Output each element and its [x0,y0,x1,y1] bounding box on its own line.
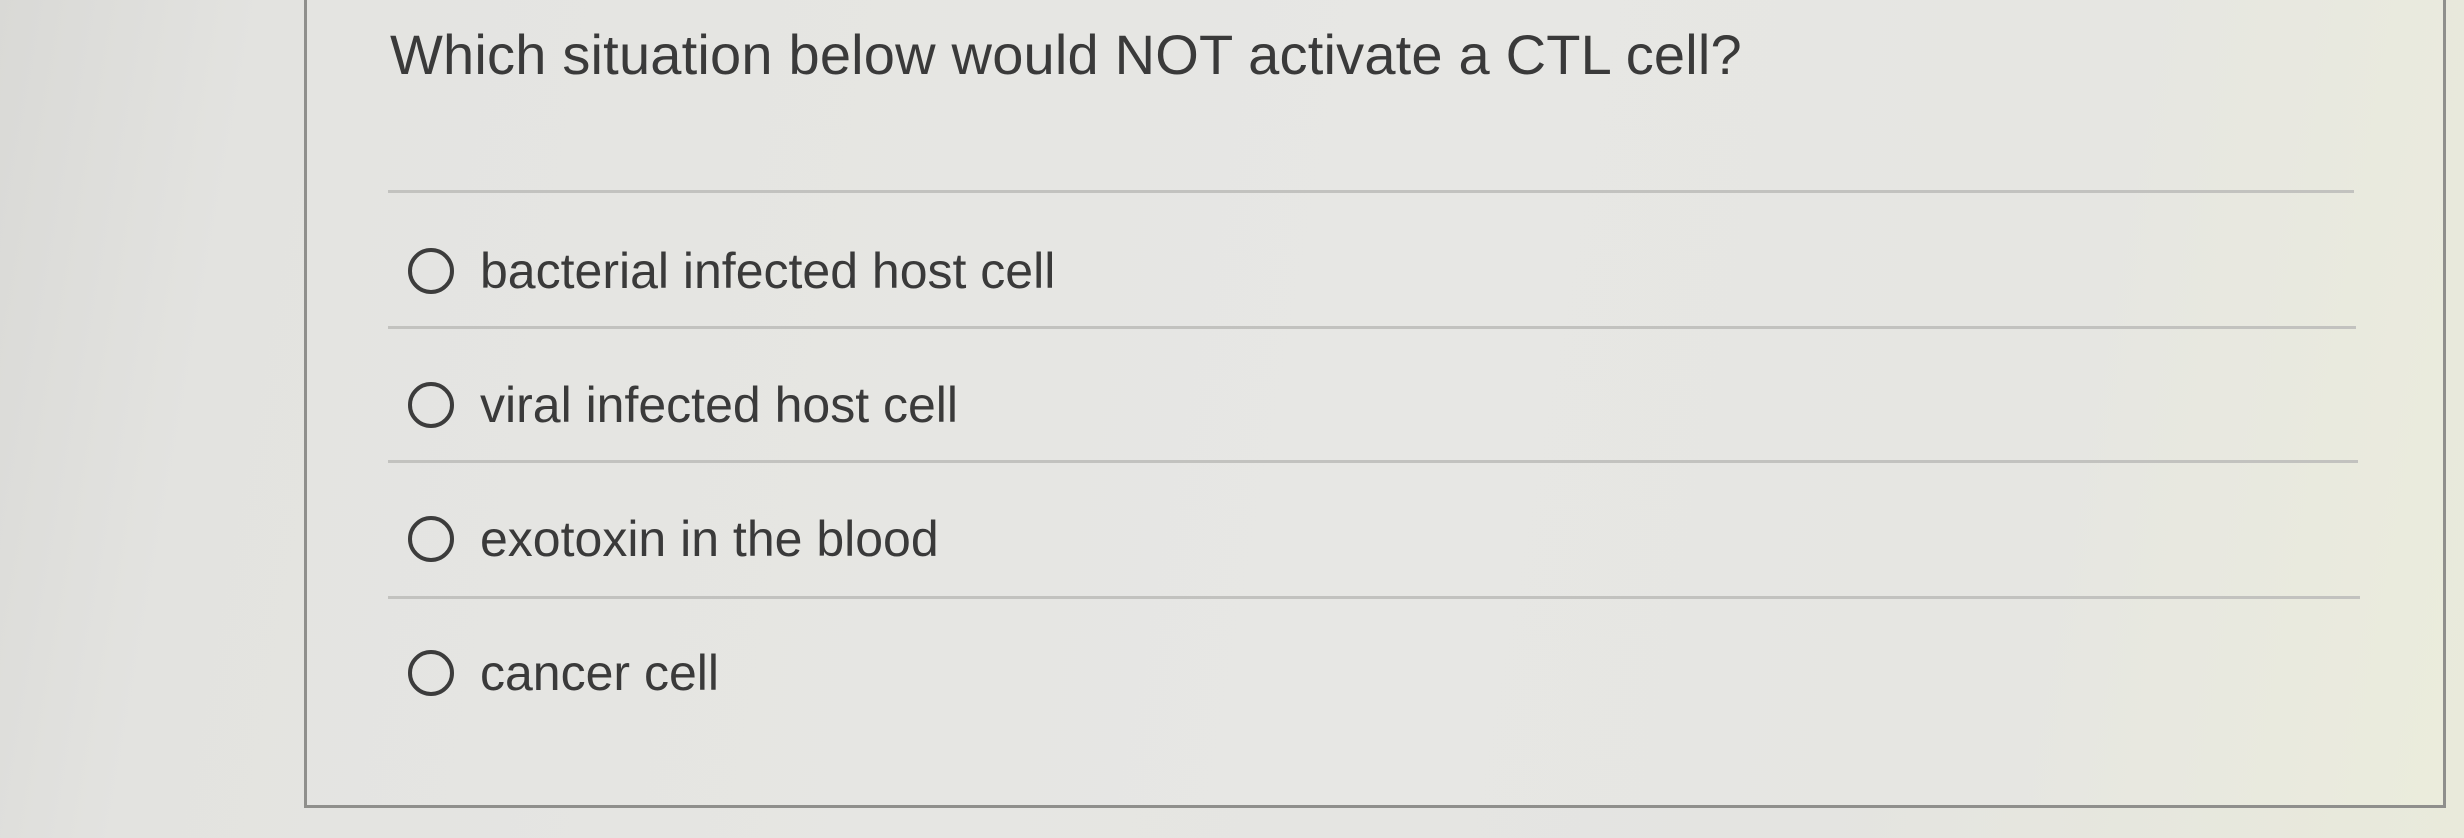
option-divider [388,326,2356,329]
question-divider [388,190,2354,193]
radio-button-icon[interactable] [408,248,454,294]
option-label: viral infected host cell [480,377,959,433]
option-divider [388,460,2358,463]
answer-option-viral-infected-host-cell[interactable]: viral infected host cell [408,370,958,440]
answer-option-exotoxin-in-the-blood[interactable]: exotoxin in the blood [408,504,939,574]
radio-button-icon[interactable] [408,650,454,696]
option-label: bacterial infected host cell [480,243,1056,299]
radio-button-icon[interactable] [408,516,454,562]
answer-option-cancer-cell[interactable]: cancer cell [408,638,719,708]
answer-option-bacterial-infected-host-cell[interactable]: bacterial infected host cell [408,236,1055,306]
question-text: Which situation below would NOT activate… [390,23,1742,86]
option-label: cancer cell [480,645,719,701]
radio-button-icon[interactable] [408,382,454,428]
option-divider [388,596,2360,599]
option-label: exotoxin in the blood [480,511,939,567]
